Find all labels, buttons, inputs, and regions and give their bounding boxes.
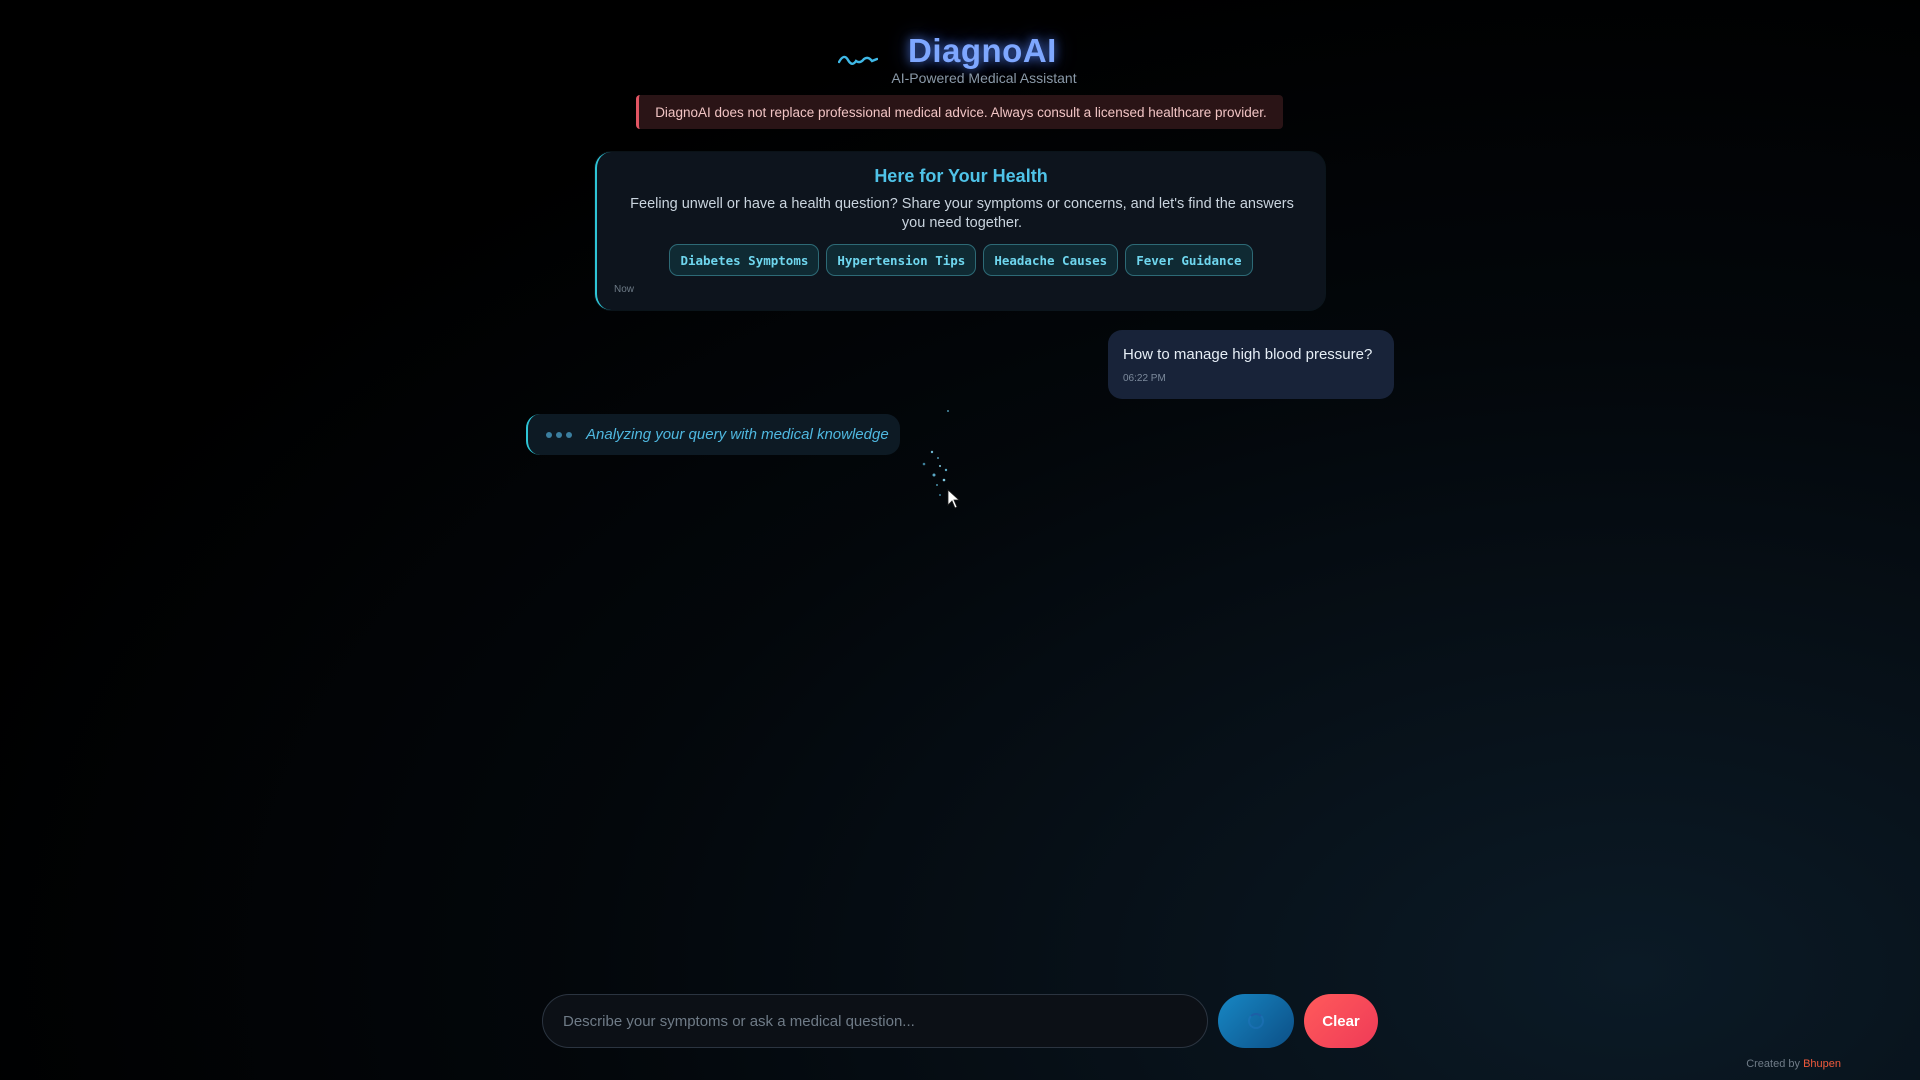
disclaimer-text: DiagnoAI does not replace professional m… [655,104,1267,120]
sparkle-particles-icon [922,410,949,496]
welcome-text: Feeling unwell or have a health question… [630,196,1294,231]
chip-diabetes-symptoms[interactable]: Diabetes Symptoms [669,244,820,276]
welcome-card: Here for Your Health Feeling unwell or h… [595,152,1325,310]
message-input-container [542,994,1208,1048]
user-message-text: How to manage high blood pressure? [1123,346,1373,363]
clear-button[interactable]: Clear [1304,994,1378,1048]
typing-indicator: Analyzing your query with medical knowle… [526,414,900,455]
welcome-title: Here for Your Health [874,166,1048,186]
footer-prefix: Created by [1746,1058,1800,1070]
welcome-timestamp: Now [614,284,635,295]
typing-text: Analyzing your query with medical knowle… [586,426,889,443]
mouse-cursor-icon [947,489,961,509]
suggestion-chips: Diabetes Symptoms Hypertension Tips Head… [597,244,1325,276]
typing-dot [566,431,572,438]
chip-hypertension-tips[interactable]: Hypertension Tips [826,244,977,276]
footer-author-link[interactable]: Bhupen [1803,1058,1841,1070]
chat-app: DiagnoAI AI-Powered Medical Assistant Di… [0,0,1920,1080]
pulse-wave-icon [838,55,878,65]
typing-dot [546,431,552,438]
user-message-timestamp: 06:22 PM [1123,373,1166,384]
typing-dots-icon [546,431,572,438]
disclaimer-banner: DiagnoAI does not replace professional m… [636,95,1283,129]
footer-credit: Created by Bhupen [1746,1058,1841,1070]
message-input[interactable] [543,995,1207,1047]
chip-fever-guidance[interactable]: Fever Guidance [1125,244,1253,276]
app-subtitle: AI-Powered Medical Assistant [891,70,1077,86]
user-message: How to manage high blood pressure? 06:22… [1108,330,1394,399]
app-title: DiagnoAI [908,32,1057,69]
loading-spinner-icon [1248,1013,1264,1029]
chip-headache-causes[interactable]: Headache Causes [983,244,1119,276]
header: DiagnoAI AI-Powered Medical Assistant [0,30,1920,90]
send-button[interactable] [1218,994,1294,1048]
typing-dot [556,431,562,438]
